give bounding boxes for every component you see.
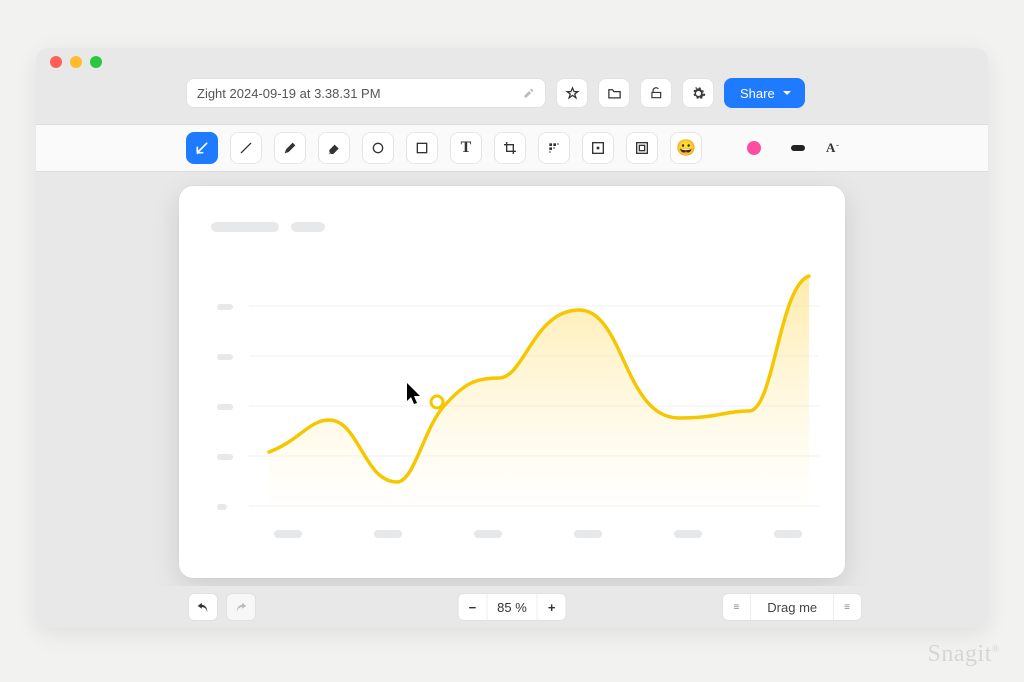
highlighter-icon	[326, 140, 342, 156]
highlighter-tool-button[interactable]	[318, 132, 350, 164]
app-window: Zight 2024-09-19 at 3.38.31 PM Share	[36, 48, 988, 628]
drag-handle-control[interactable]: ≡ Drag me ≡	[722, 593, 862, 621]
folder-icon	[607, 86, 622, 101]
crop-icon	[502, 140, 518, 156]
chevron-down-icon	[783, 91, 791, 95]
line-tool-button[interactable]	[230, 132, 262, 164]
font-picker-button[interactable]: A ˘	[826, 132, 839, 164]
rectangle-icon	[414, 140, 430, 156]
color-swatch-icon	[747, 141, 761, 155]
box-inset-tool-button[interactable]	[582, 132, 614, 164]
blur-tool-button[interactable]	[538, 132, 570, 164]
undo-button[interactable]	[188, 593, 218, 621]
header-bar: Zight 2024-09-19 at 3.38.31 PM Share	[36, 78, 988, 108]
text-tool-button[interactable]: T	[450, 132, 482, 164]
redo-button[interactable]	[226, 593, 256, 621]
ellipse-icon	[370, 140, 386, 156]
undo-icon	[196, 600, 210, 614]
rectangle-tool-button[interactable]	[406, 132, 438, 164]
document-title-text: Zight 2024-09-19 at 3.38.31 PM	[197, 86, 381, 101]
drag-handle-icon: ≡	[834, 594, 861, 620]
line-icon	[238, 140, 254, 156]
crop-tool-button[interactable]	[494, 132, 526, 164]
minimize-window-button[interactable]	[70, 56, 82, 68]
box-inset-icon	[590, 140, 606, 156]
border-tool-button[interactable]	[626, 132, 658, 164]
close-window-button[interactable]	[50, 56, 62, 68]
pixelate-icon	[546, 140, 562, 156]
pen-icon	[282, 140, 298, 156]
stroke-width-button[interactable]	[782, 132, 814, 164]
zoom-control: − 85 % +	[458, 593, 567, 621]
window-titlebar	[36, 48, 988, 76]
screenshot-content[interactable]	[179, 186, 845, 578]
font-icon: A	[826, 140, 835, 156]
unlock-icon	[649, 86, 663, 100]
annotation-toolbar: T 😀 A ˘	[36, 124, 988, 172]
canvas-area[interactable]	[36, 172, 988, 586]
emoji-tool-button[interactable]: 😀	[670, 132, 702, 164]
lock-button[interactable]	[640, 78, 672, 108]
star-icon	[565, 86, 580, 101]
zoom-value[interactable]: 85 %	[487, 594, 538, 620]
drag-label: Drag me	[751, 594, 834, 620]
color-picker-button[interactable]	[738, 132, 770, 164]
ellipse-tool-button[interactable]	[362, 132, 394, 164]
share-button[interactable]: Share	[724, 78, 805, 108]
redo-icon	[234, 600, 248, 614]
settings-button[interactable]	[682, 78, 714, 108]
text-icon: T	[461, 139, 472, 157]
footer-bar: − 85 % + ≡ Drag me ≡	[36, 586, 988, 628]
stroke-icon	[791, 145, 805, 151]
favorite-button[interactable]	[556, 78, 588, 108]
arrow-icon	[194, 140, 210, 156]
chart-marker	[431, 396, 443, 408]
pen-tool-button[interactable]	[274, 132, 306, 164]
zoom-out-button[interactable]: −	[459, 594, 488, 620]
border-icon	[634, 140, 650, 156]
rename-icon	[523, 87, 535, 99]
maximize-window-button[interactable]	[90, 56, 102, 68]
area-chart	[179, 186, 845, 578]
arrow-tool-button[interactable]	[186, 132, 218, 164]
zoom-in-button[interactable]: +	[538, 594, 566, 620]
folder-button[interactable]	[598, 78, 630, 108]
share-button-label: Share	[740, 86, 775, 101]
document-title-field[interactable]: Zight 2024-09-19 at 3.38.31 PM	[186, 78, 546, 108]
gear-icon	[691, 86, 706, 101]
emoji-icon: 😀	[676, 138, 696, 158]
watermark: Snagit®	[928, 641, 1000, 668]
drag-handle-icon: ≡	[723, 594, 751, 620]
